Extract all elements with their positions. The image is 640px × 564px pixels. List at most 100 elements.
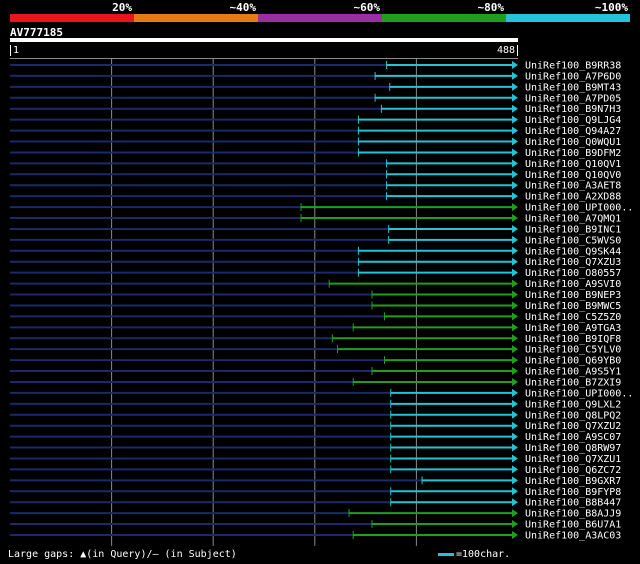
hit-row[interactable]: UniRef100_Q7XZU1 (10, 454, 621, 465)
hit-row[interactable]: UniRef100_Q8LPQ2 (10, 410, 621, 421)
hit-row[interactable]: UniRef100_B6U7A1 (10, 520, 621, 531)
hit-row[interactable]: UniRef100_A2XD88 (10, 192, 621, 203)
hit-row[interactable]: UniRef100_A3AET8 (10, 181, 621, 192)
hit-label[interactable]: UniRef100_B9FYP8 (525, 487, 621, 498)
hit-label[interactable]: UniRef100_C5WVS0 (525, 235, 621, 246)
hit-label[interactable]: UniRef100_B9DFM2 (525, 148, 621, 159)
hit-label[interactable]: UniRef100_Q6ZC72 (525, 465, 621, 476)
hit-row[interactable]: UniRef100_UPI000.. (10, 388, 633, 399)
hit-row[interactable]: UniRef100_C5YLV0 (10, 345, 621, 356)
hit-label[interactable]: UniRef100_Q94A27 (525, 126, 621, 137)
hit-end-arrow-icon (512, 520, 518, 529)
hit-end-arrow-icon (512, 487, 518, 496)
hit-row[interactable]: UniRef100_A9S5Y1 (10, 367, 621, 378)
hit-label[interactable]: UniRef100_O80557 (525, 268, 621, 279)
hit-end-arrow-icon (512, 279, 518, 288)
hit-label[interactable]: UniRef100_A3AC03 (525, 530, 621, 541)
hit-label[interactable]: UniRef100_A7P6D0 (525, 71, 621, 82)
hit-row[interactable]: UniRef100_Q7XZU3 (10, 257, 621, 268)
hit-label[interactable]: UniRef100_Q9LXL2 (525, 399, 621, 410)
hit-label[interactable]: UniRef100_A9TGA3 (525, 323, 621, 334)
hit-row[interactable]: UniRef100_B7ZXI9 (10, 377, 621, 388)
hit-label[interactable]: UniRef100_B7ZXI9 (525, 377, 621, 388)
hit-label[interactable]: UniRef100_B9NEP3 (525, 290, 621, 301)
hit-row[interactable]: UniRef100_B8B447 (10, 498, 621, 509)
hit-end-arrow-icon (512, 334, 518, 343)
hit-row[interactable]: UniRef100_A9SVI0 (10, 279, 621, 290)
hit-label[interactable]: UniRef100_C5Z5Z0 (525, 312, 621, 323)
hit-row[interactable]: UniRef100_Q9LXL2 (10, 399, 621, 410)
hit-row[interactable]: UniRef100_B9N7H3 (10, 104, 621, 115)
hit-row[interactable]: UniRef100_B9NEP3 (10, 290, 621, 301)
hit-row[interactable]: UniRef100_A9SC07 (10, 432, 621, 443)
hit-row[interactable]: UniRef100_B8AJJ9 (10, 509, 621, 520)
hit-label[interactable]: UniRef100_A2XD88 (525, 192, 621, 203)
hit-row[interactable]: UniRef100_B9MT43 (10, 82, 621, 93)
hit-label[interactable]: UniRef100_Q9LJG4 (525, 115, 621, 126)
hit-end-arrow-icon (512, 82, 518, 91)
hit-row[interactable]: UniRef100_Q7XZU2 (10, 421, 621, 432)
hit-row[interactable]: UniRef100_C5WVS0 (10, 235, 621, 246)
hit-row[interactable]: UniRef100_Q9LJG4 (10, 115, 621, 126)
hit-label[interactable]: UniRef100_Q8LPQ2 (525, 410, 621, 421)
hit-row[interactable]: UniRef100_B9IQF8 (10, 334, 621, 345)
hit-row[interactable]: UniRef100_Q10QV0 (10, 170, 621, 181)
hit-label[interactable]: UniRef100_B9RR38 (525, 61, 621, 72)
hit-row[interactable]: UniRef100_B9MWC5 (10, 301, 621, 312)
hit-label[interactable]: UniRef100_B8AJJ9 (525, 509, 621, 520)
hit-label[interactable]: UniRef100_Q7XZU1 (525, 454, 621, 465)
hit-row[interactable]: UniRef100_B9RR38 (10, 61, 621, 72)
hit-label[interactable]: UniRef100_B9N7H3 (525, 104, 621, 115)
hit-label[interactable]: UniRef100_Q69YB0 (525, 356, 621, 367)
hit-label[interactable]: UniRef100_A7PD05 (525, 93, 621, 104)
hit-label[interactable]: UniRef100_B8B447 (525, 498, 621, 509)
hit-label[interactable]: UniRef100_C5YLV0 (525, 345, 621, 356)
hit-row[interactable]: UniRef100_B9DFM2 (10, 148, 621, 159)
hit-row[interactable]: UniRef100_A9TGA3 (10, 323, 621, 334)
hit-label[interactable]: UniRef100_B9GXR7 (525, 476, 621, 487)
hit-label[interactable]: UniRef100_Q7XZU2 (525, 421, 621, 432)
hit-end-arrow-icon (512, 93, 518, 102)
hit-label[interactable]: UniRef100_B9IQF8 (525, 334, 621, 345)
hit-end-arrow-icon (512, 312, 518, 321)
hit-label[interactable]: UniRef100_Q10QV1 (525, 159, 621, 170)
hit-label[interactable]: UniRef100_Q7XZU3 (525, 257, 621, 268)
hit-label[interactable]: UniRef100_A9SVI0 (525, 279, 621, 290)
hit-row[interactable]: UniRef100_B9INC1 (10, 224, 621, 235)
hit-row[interactable]: UniRef100_Q69YB0 (10, 356, 621, 367)
hit-end-arrow-icon (512, 126, 518, 135)
hit-row[interactable]: UniRef100_UPI000.. (10, 203, 633, 214)
hit-row[interactable]: UniRef100_Q8RW97 (10, 443, 621, 454)
hit-label[interactable]: UniRef100_Q10QV0 (525, 170, 621, 181)
hit-label[interactable]: UniRef100_A9SC07 (525, 432, 621, 443)
hit-row[interactable]: UniRef100_A7PD05 (10, 93, 621, 104)
hit-label[interactable]: UniRef100_B9INC1 (525, 224, 621, 235)
hit-row[interactable]: UniRef100_Q0WQU1 (10, 137, 621, 148)
hit-row[interactable]: UniRef100_A7QMQ1 (10, 214, 621, 225)
hit-label[interactable]: UniRef100_A9S5Y1 (525, 367, 621, 378)
hit-row[interactable]: UniRef100_Q94A27 (10, 126, 621, 137)
hit-label[interactable]: UniRef100_A3AET8 (525, 181, 621, 192)
hit-row[interactable]: UniRef100_C5Z5Z0 (10, 312, 621, 323)
hit-label[interactable]: UniRef100_Q9SK44 (525, 246, 621, 257)
hit-end-arrow-icon (512, 399, 518, 408)
hit-label[interactable]: UniRef100_B6U7A1 (525, 520, 621, 531)
hit-end-arrow-icon (512, 388, 518, 397)
hit-end-arrow-icon (512, 454, 518, 463)
hit-row[interactable]: UniRef100_A7P6D0 (10, 71, 621, 82)
hit-row[interactable]: UniRef100_B9GXR7 (10, 476, 621, 487)
hit-label[interactable]: UniRef100_Q8RW97 (525, 443, 621, 454)
hit-end-arrow-icon (512, 257, 518, 266)
hit-row[interactable]: UniRef100_B9FYP8 (10, 487, 621, 498)
hit-row[interactable]: UniRef100_O80557 (10, 268, 621, 279)
hit-label[interactable]: UniRef100_A7QMQ1 (525, 214, 621, 225)
hit-row[interactable]: UniRef100_Q10QV1 (10, 159, 621, 170)
hit-label[interactable]: UniRef100_B9MT43 (525, 82, 621, 93)
hit-row[interactable]: UniRef100_Q9SK44 (10, 246, 621, 257)
hit-label[interactable]: UniRef100_UPI000.. (525, 388, 633, 399)
hit-row[interactable]: UniRef100_Q6ZC72 (10, 465, 621, 476)
hit-label[interactable]: UniRef100_B9MWC5 (525, 301, 621, 312)
hit-label[interactable]: UniRef100_UPI000.. (525, 203, 633, 214)
hit-label[interactable]: UniRef100_Q0WQU1 (525, 137, 621, 148)
hit-row[interactable]: UniRef100_A3AC03 (10, 530, 621, 541)
